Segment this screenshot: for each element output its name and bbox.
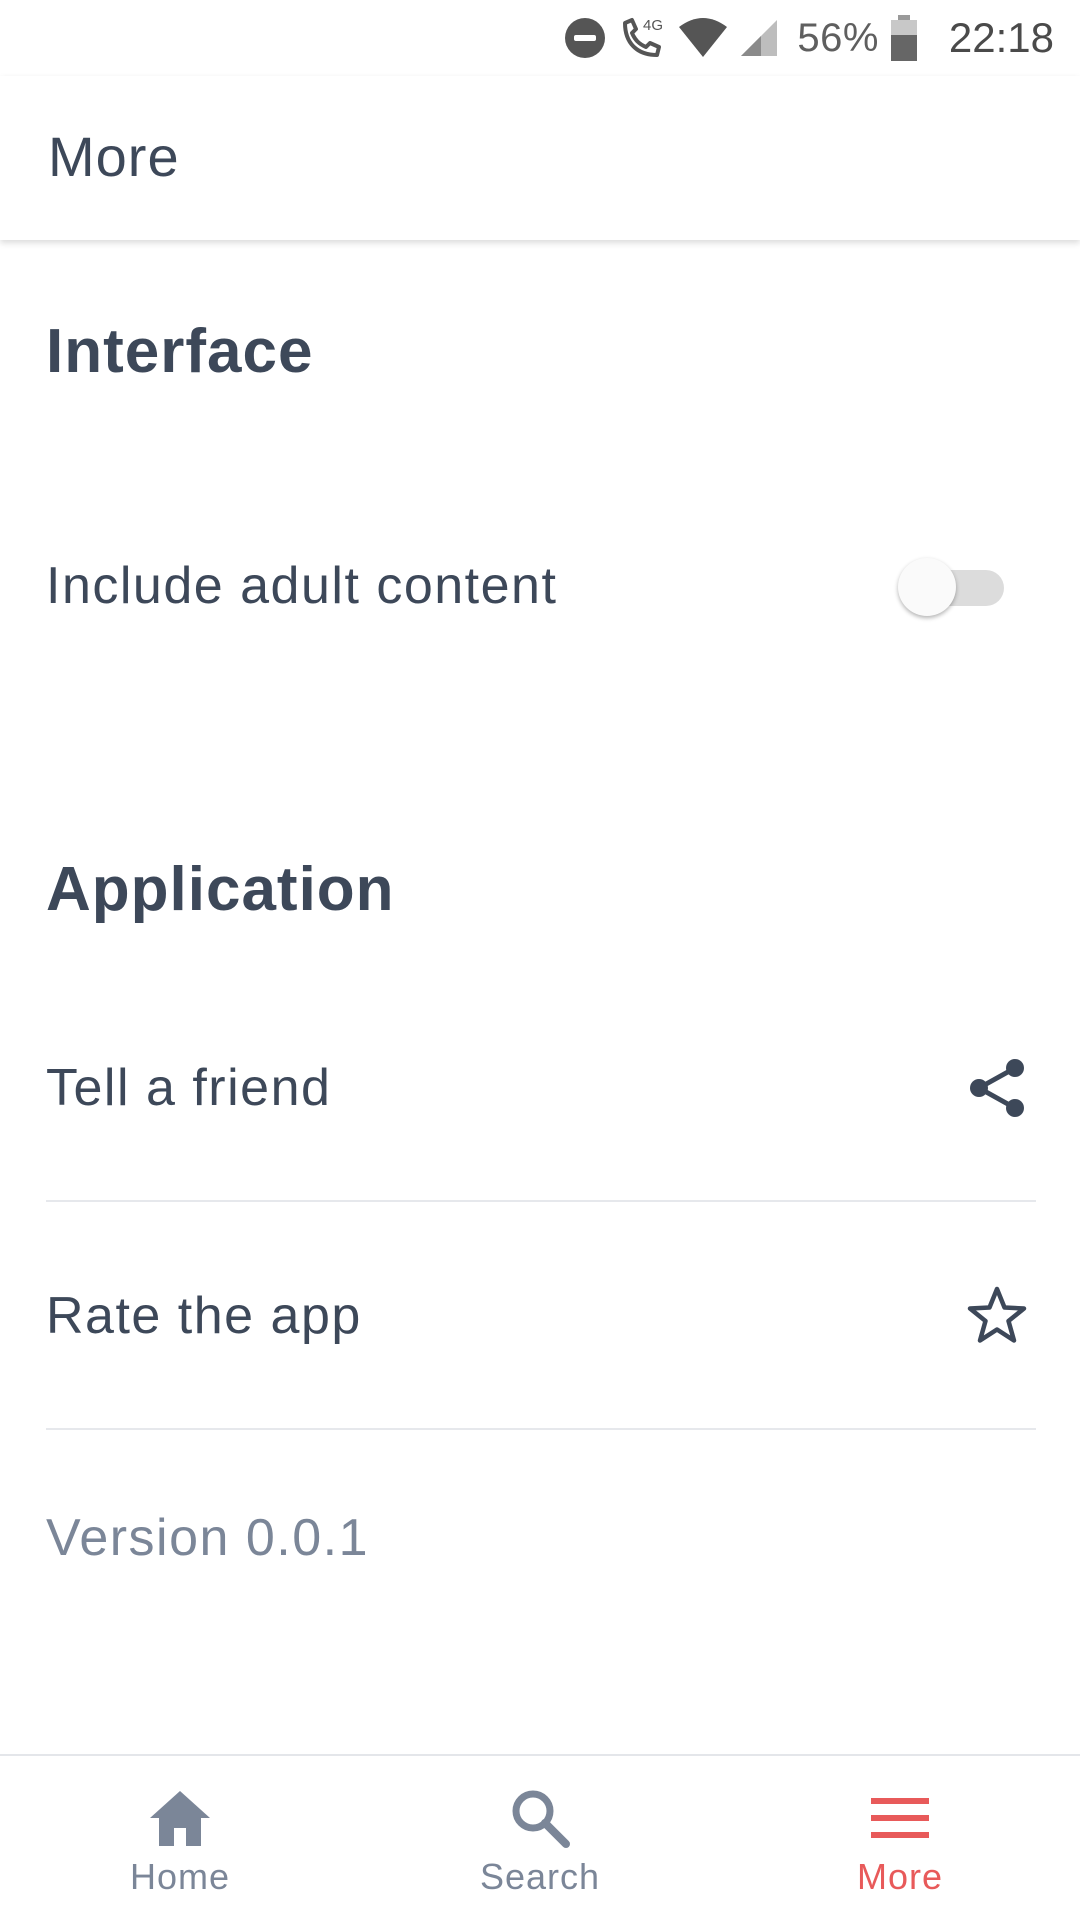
adult-content-row[interactable]: Include adult content	[46, 526, 1036, 646]
star-outline-icon[interactable]	[962, 1281, 1032, 1351]
home-icon	[145, 1786, 215, 1850]
nav-label-search: Search	[479, 1856, 601, 1897]
rate-the-app-row[interactable]: Rate the app	[46, 1256, 1036, 1376]
switch-thumb	[898, 558, 956, 616]
app-bar: More	[0, 76, 1080, 240]
search-icon	[505, 1786, 575, 1850]
wifi-call-icon: 4G	[617, 13, 667, 63]
battery-icon	[889, 15, 919, 61]
section-header-interface: Interface	[46, 317, 314, 386]
cell-signal-icon	[739, 18, 779, 58]
adult-content-label: Include adult content	[46, 557, 558, 615]
do-not-disturb-icon	[563, 16, 607, 60]
version-text: Version 0.0.1	[46, 1509, 370, 1567]
clock: 22:18	[948, 14, 1054, 61]
nav-label-more: More	[856, 1856, 944, 1897]
bottom-navigation: Home Search More	[0, 1754, 1080, 1920]
divider	[46, 1200, 1036, 1202]
menu-icon	[865, 1786, 935, 1850]
nav-item-search[interactable]: Search	[360, 1756, 720, 1920]
more-screen: 4G 56% 22:18 More Interface Include adul…	[0, 0, 1080, 1920]
adult-content-switch[interactable]	[898, 556, 1010, 616]
battery-percent: 56%	[797, 15, 879, 60]
share-icon[interactable]	[962, 1053, 1032, 1123]
tell-a-friend-label: Tell a friend	[46, 1059, 332, 1117]
network-type: 4G	[643, 17, 663, 34]
wifi-icon	[677, 17, 729, 59]
tell-a-friend-row[interactable]: Tell a friend	[46, 1028, 1036, 1148]
nav-item-more[interactable]: More	[720, 1756, 1080, 1920]
nav-label-home: Home	[129, 1856, 231, 1897]
nav-item-home[interactable]: Home	[0, 1756, 360, 1920]
status-bar: 4G 56% 22:18	[0, 0, 1080, 76]
section-header-application: Application	[46, 855, 395, 924]
page-title: More	[48, 125, 180, 188]
rate-the-app-label: Rate the app	[46, 1287, 362, 1345]
divider	[46, 1428, 1036, 1430]
